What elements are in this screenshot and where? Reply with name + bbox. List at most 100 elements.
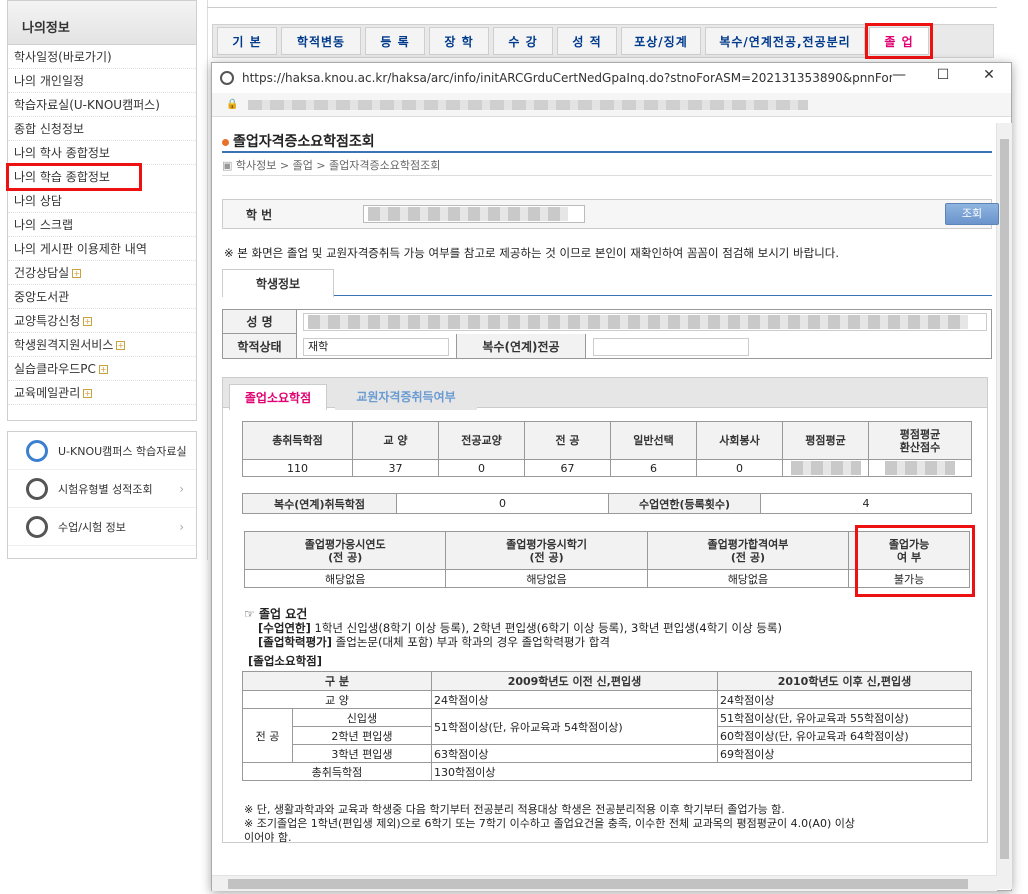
tab-graduation-credits[interactable]: 졸업소요학점 (229, 384, 327, 410)
footnote-2: ※ 조기졸업은 1학년(편입생 제외)으로 6학기 또는 7학기 이수하고 졸업… (244, 817, 855, 830)
sidebar-item[interactable]: 학습자료실(U-KNOU캠퍼스) (8, 93, 196, 117)
sidebar-item[interactable]: 나의 개인일정 (8, 69, 196, 93)
minimize-icon[interactable]: — (888, 67, 910, 87)
vertical-scrollbar[interactable] (996, 123, 1012, 889)
credit-value: 6 (610, 459, 697, 477)
note-icon: ☞ (244, 607, 259, 621)
expand-plus-icon[interactable]: + (116, 341, 126, 350)
sidebar-item-label: 실습클라우드PC (14, 362, 96, 376)
eval-value: 해당없음 (243, 569, 447, 588)
expand-plus-icon[interactable]: + (98, 365, 108, 374)
sidebar-item[interactable]: 학생원격지원서비스 + (8, 333, 196, 357)
popup-window: https://haksa.knou.ac.kr/haksa/arc/info/… (211, 62, 1012, 891)
table-row: 전 공 신입생 51학점이상(단, 유아교육과 54학점이상) 51학점이상(단… (242, 708, 973, 763)
sidebar-item-label: 교육메일관리 (14, 386, 81, 400)
name-field (303, 313, 987, 331)
expand-plus-icon[interactable]: + (72, 269, 82, 278)
sidebar-item[interactable]: 건강상담실 + (8, 261, 196, 285)
req-head-new: 2010학년도 이후 신,편입생 (716, 671, 973, 691)
sidebar-item[interactable]: 나의 상담 (8, 189, 196, 213)
lock-icon: 🔒 (226, 99, 239, 110)
requirement-table: 구 분 2009학년도 이전 신,편입생 2010학년도 이후 신,편입생 교 … (242, 671, 973, 781)
sidebar-item[interactable]: 나의 학사 종합정보 (8, 141, 196, 165)
double-credit-table: 복수(연계)취득학점 0 수업연한(등록횟수) 4 (242, 493, 972, 514)
credit-value: 110 (242, 459, 353, 477)
sidebar-item-label: 나의 학사 종합정보 (14, 146, 110, 160)
tab-5[interactable]: 성 적 (557, 27, 617, 55)
sidebar-item[interactable]: 중앙도서관 (8, 285, 196, 309)
req-head-old: 2009학년도 이전 신,편입생 (430, 671, 718, 691)
sidebar-item-label: 나의 개인일정 (14, 74, 85, 88)
sidebar-item-label: 중앙도서관 (14, 290, 70, 304)
credit-header: 총취득학점 (242, 421, 353, 460)
eval-header: 졸업평가응시학기 (전 공) (445, 531, 648, 570)
breadcrumb-divider (222, 175, 992, 176)
tab-1[interactable]: 학적변동 (281, 27, 361, 55)
address-bar[interactable]: 🔒 (212, 93, 1011, 117)
tab-3[interactable]: 장 학 (429, 27, 489, 55)
search-button[interactable]: 조회 (945, 203, 999, 225)
chevron-right-icon: › (179, 443, 184, 458)
credit-header: 교 양 (352, 421, 439, 460)
credit-header: 전 공 (524, 421, 611, 460)
title-divider (222, 151, 992, 153)
blurred-value (790, 461, 861, 475)
tab-7[interactable]: 복수/연계전공,전공분리 (705, 27, 865, 55)
sidebar-item[interactable]: 나의 스크랩 (8, 213, 196, 237)
maximize-icon[interactable]: ☐ (932, 67, 954, 87)
eval-header: 졸업평가합격여부 (전 공) (646, 531, 850, 570)
quick-links: U-KNOU캠퍼스 학습자료실 › 시험유형별 성적조회 › 수업/시험 정보 › (7, 431, 197, 559)
sidebar-item[interactable]: 교육메일관리 + (8, 381, 196, 405)
sidebar-item[interactable]: 실습클라우드PC + (8, 357, 196, 381)
sidebar-item-label: 건강상담실 (14, 266, 70, 280)
tab-2[interactable]: 등 록 (365, 27, 425, 55)
sidebar-item[interactable]: 학사일정(바로가기) (8, 45, 196, 69)
eval-value: 해당없음 (646, 569, 850, 588)
expand-plus-icon[interactable]: + (83, 317, 93, 326)
student-info-table: 성 명 학적상태 재학 복수(연계)전공 (222, 309, 992, 359)
close-icon[interactable]: ✕ (978, 67, 1000, 87)
student-no-input[interactable] (363, 205, 585, 223)
req-line-eval: [졸업학력평가] 졸업논문(대체 포함) 부과 학과의 경우 졸업학력평가 합격 (258, 635, 610, 649)
req-head-category: 구 분 (242, 671, 432, 691)
tab-student-info[interactable]: 학생정보 (222, 269, 334, 297)
tab-teacher-license[interactable]: 교원자격증취득여부 (335, 384, 477, 410)
blurred-url (248, 99, 809, 110)
breadcrumb: ▣ 학사정보 > 졸업 > 졸업자격증소요학점조회 (222, 159, 441, 172)
name-blurred (308, 315, 968, 329)
quick-link-label: 수업/시험 정보 (58, 520, 126, 534)
expand-plus-icon[interactable]: + (83, 389, 93, 398)
sidebar-item[interactable]: 교양특강신청 + (8, 309, 196, 333)
student-no-label: 학 번 (245, 207, 273, 222)
credit-header: 일반선택 (610, 421, 697, 460)
tab-8[interactable]: 졸 업 (865, 23, 933, 59)
horizontal-scrollbar[interactable] (212, 875, 997, 891)
sidebar-list: 학사일정(바로가기) 나의 개인일정학습자료실(U-KNOU캠퍼스) 종합 신청정보… (6, 45, 196, 405)
sidebar-item-label: 나의 상담 (14, 194, 62, 208)
tab-6[interactable]: 포상/징계 (621, 27, 701, 55)
search-panel: 학 번 조회 (222, 199, 999, 229)
scroll-thumb[interactable] (1000, 139, 1009, 859)
sidebar-item[interactable]: 나의 게시판 이용제한 내역 (8, 237, 196, 261)
tab-0[interactable]: 기 본 (217, 27, 277, 55)
sidebar-item-label: 학사일정(바로가기) (14, 50, 112, 64)
quick-link[interactable]: U-KNOU캠퍼스 학습자료실 › (8, 432, 196, 470)
credit-value (868, 459, 972, 477)
double-credit-value: 0 (396, 493, 609, 514)
student-no-blurred (368, 207, 568, 221)
tab-4[interactable]: 수 강 (493, 27, 553, 55)
hscroll-thumb[interactable] (228, 879, 968, 889)
credit-header: 사회봉사 (696, 421, 783, 460)
eval-header: 졸업평가응시연도 (전 공) (243, 531, 447, 570)
credit-value: 0 (438, 459, 525, 477)
chevron-right-icon: › (179, 481, 184, 496)
sidebar-item-label: 교양특강신청 (14, 314, 81, 328)
blurred-value (885, 461, 955, 475)
credit-header: 평점평균 (782, 421, 869, 460)
footnote-3: 이어야 함. (244, 831, 292, 844)
quick-link-label: U-KNOU캠퍼스 학습자료실 (58, 444, 187, 458)
sidebar-item[interactable]: 나의 학습 종합정보 (6, 163, 142, 191)
sidebar-item[interactable]: 종합 신청정보 (8, 117, 196, 141)
quick-link[interactable]: 수업/시험 정보 › (8, 508, 196, 546)
quick-link[interactable]: 시험유형별 성적조회 › (8, 470, 196, 508)
